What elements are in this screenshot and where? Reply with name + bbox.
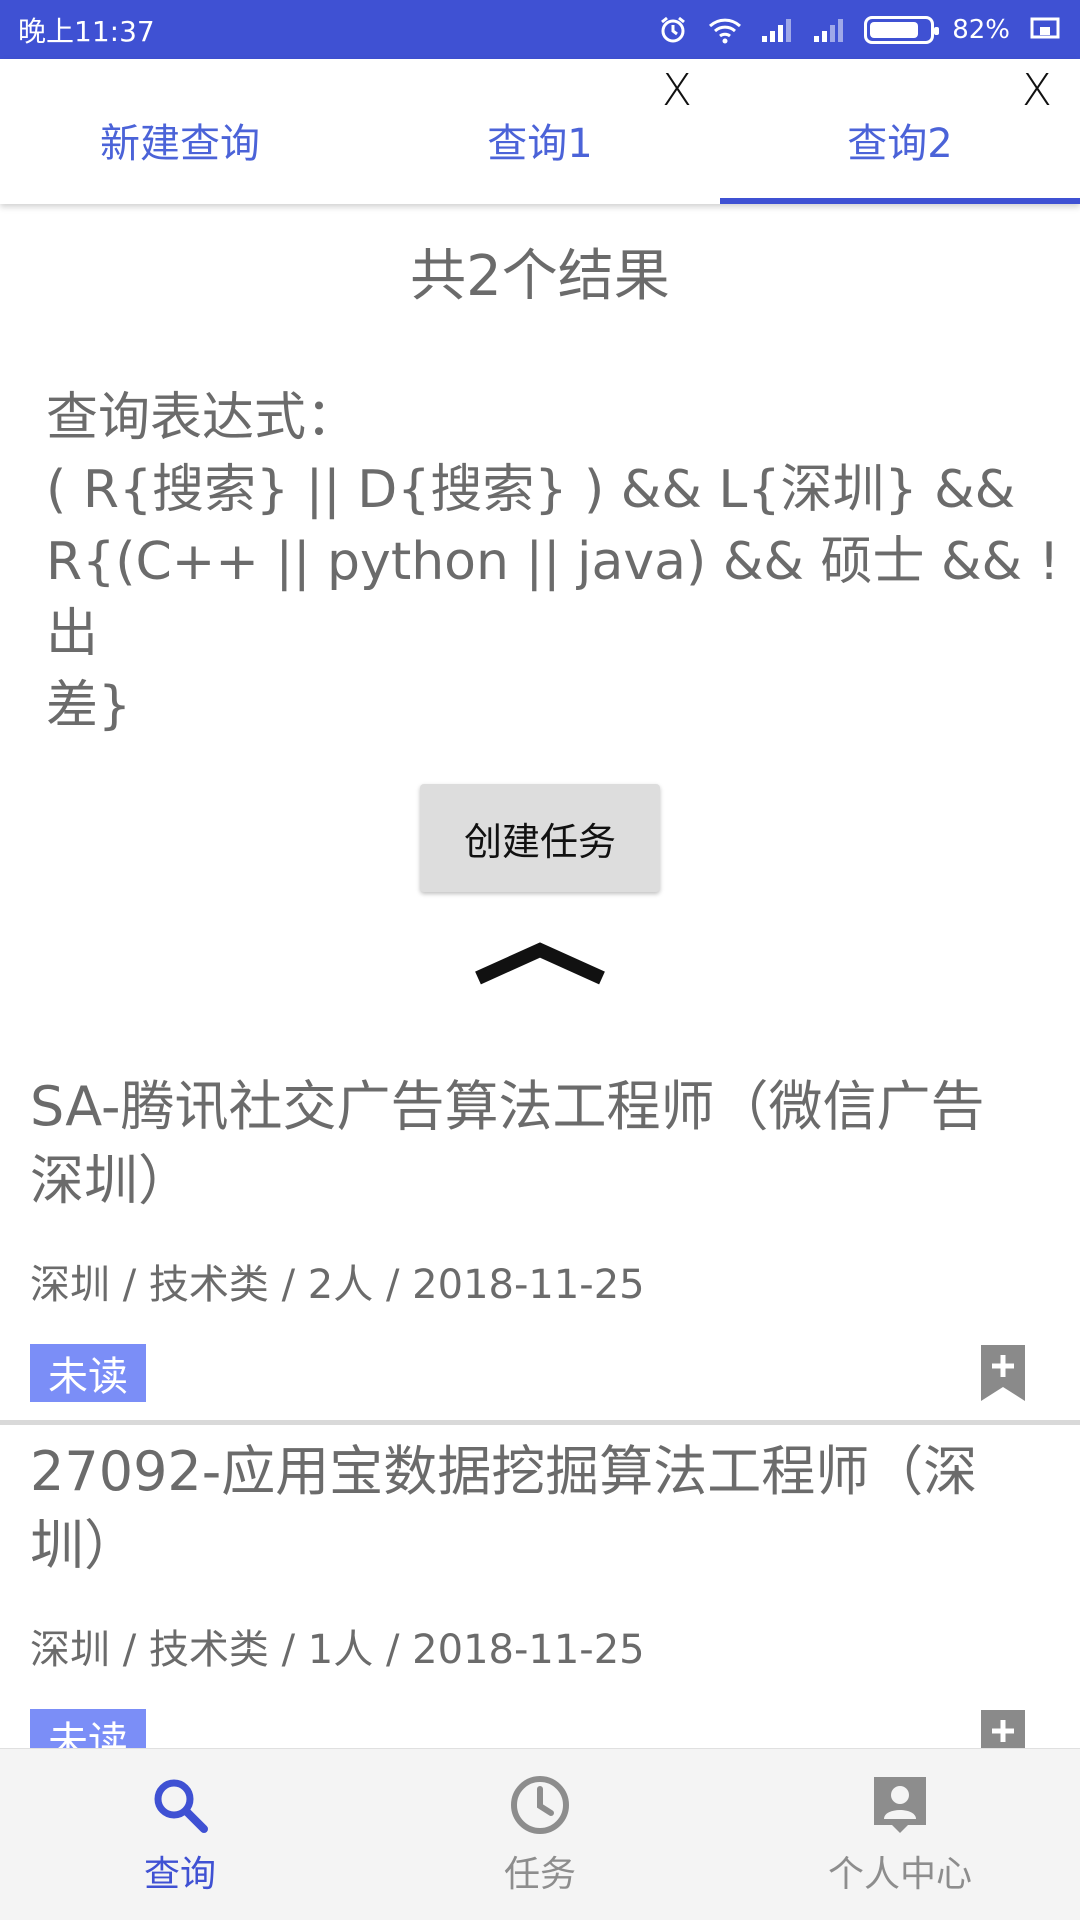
alarm-icon (656, 13, 690, 47)
status-icons: 82% (656, 13, 1062, 47)
signal-icon-2 (812, 13, 846, 47)
nav-profile-label: 个人中心 (827, 1854, 972, 1895)
create-task-button[interactable]: 创建任务 (420, 784, 660, 892)
battery-icon (864, 15, 940, 44)
nav-profile[interactable]: 个人中心 (720, 1749, 1080, 1920)
create-task-container: 创建任务 (0, 784, 1080, 892)
battery-percent: 82% (952, 14, 1010, 45)
job-list: SA-腾讯社交广告算法工程师（微信广告 深圳） 深圳 / 技术类 / 2人 / … (0, 1060, 1080, 1748)
tab-query-2[interactable]: 查询2 X (720, 59, 1080, 204)
search-icon (154, 1779, 208, 1833)
list-item[interactable]: 27092-应用宝数据挖掘算法工程师（深 圳） 深圳 / 技术类 / 1人 / … (0, 1425, 1080, 1748)
job-footer: 未读 (30, 1703, 1080, 1748)
query-tabs: 新建查询 查询1 X 查询2 X (0, 59, 1080, 204)
tab-query-1[interactable]: 查询1 X (360, 59, 720, 204)
nav-task[interactable]: 任务 (360, 1749, 720, 1920)
job-meta: 深圳 / 技术类 / 1人 / 2018-11-25 (30, 1627, 645, 1673)
tab-new-query[interactable]: 新建查询 (0, 59, 360, 204)
job-title: 27092-应用宝数据挖掘算法工程师（深 圳） (30, 1440, 978, 1577)
app-screen: 晚上11:37 82% 新建查询 查询1 X 查询2 X 共2个结果 查询表达式… (0, 0, 1080, 1920)
list-item[interactable]: SA-腾讯社交广告算法工程师（微信广告 深圳） 深圳 / 技术类 / 2人 / … (0, 1060, 1080, 1425)
screen-icon (1028, 13, 1062, 47)
person-icon (874, 1777, 926, 1833)
tab-label: 查询1 (487, 120, 593, 167)
job-meta: 深圳 / 技术类 / 2人 / 2018-11-25 (30, 1262, 645, 1308)
bottom-navigation: 查询 任务 个人中心 (0, 1748, 1080, 1920)
bookmark-add-icon[interactable] (968, 1703, 1038, 1748)
battery-fill (870, 21, 918, 38)
job-footer: 未读 (30, 1338, 1080, 1408)
results-content[interactable]: 共2个结果 查询表达式： ( R{搜索} || D{搜索} ) && L{深圳}… (0, 204, 1080, 1748)
query-expression: 查询表达式： ( R{搜索} || D{搜索} ) && L{深圳} && R{… (46, 388, 1060, 736)
status-time: 晚上11:37 (18, 14, 155, 48)
nav-query[interactable]: 查询 (0, 1749, 360, 1920)
tab-label: 查询2 (847, 120, 953, 167)
status-badge: 未读 (30, 1709, 146, 1748)
nav-query-label: 查询 (143, 1854, 216, 1895)
bookmark-add-icon[interactable] (968, 1338, 1038, 1408)
tab-label: 新建查询 (100, 120, 260, 167)
chevron-up-icon[interactable] (0, 936, 1080, 1016)
close-icon[interactable]: X (1022, 65, 1052, 116)
signal-icon (760, 13, 794, 47)
clock-icon (511, 1776, 569, 1834)
wifi-icon (708, 13, 742, 47)
nav-task-label: 任务 (503, 1854, 576, 1895)
job-title: SA-腾讯社交广告算法工程师（微信广告 深圳） (30, 1075, 985, 1212)
status-badge: 未读 (30, 1344, 146, 1402)
status-bar: 晚上11:37 82% (0, 0, 1080, 59)
result-count: 共2个结果 (410, 244, 670, 309)
close-icon[interactable]: X (662, 65, 692, 116)
